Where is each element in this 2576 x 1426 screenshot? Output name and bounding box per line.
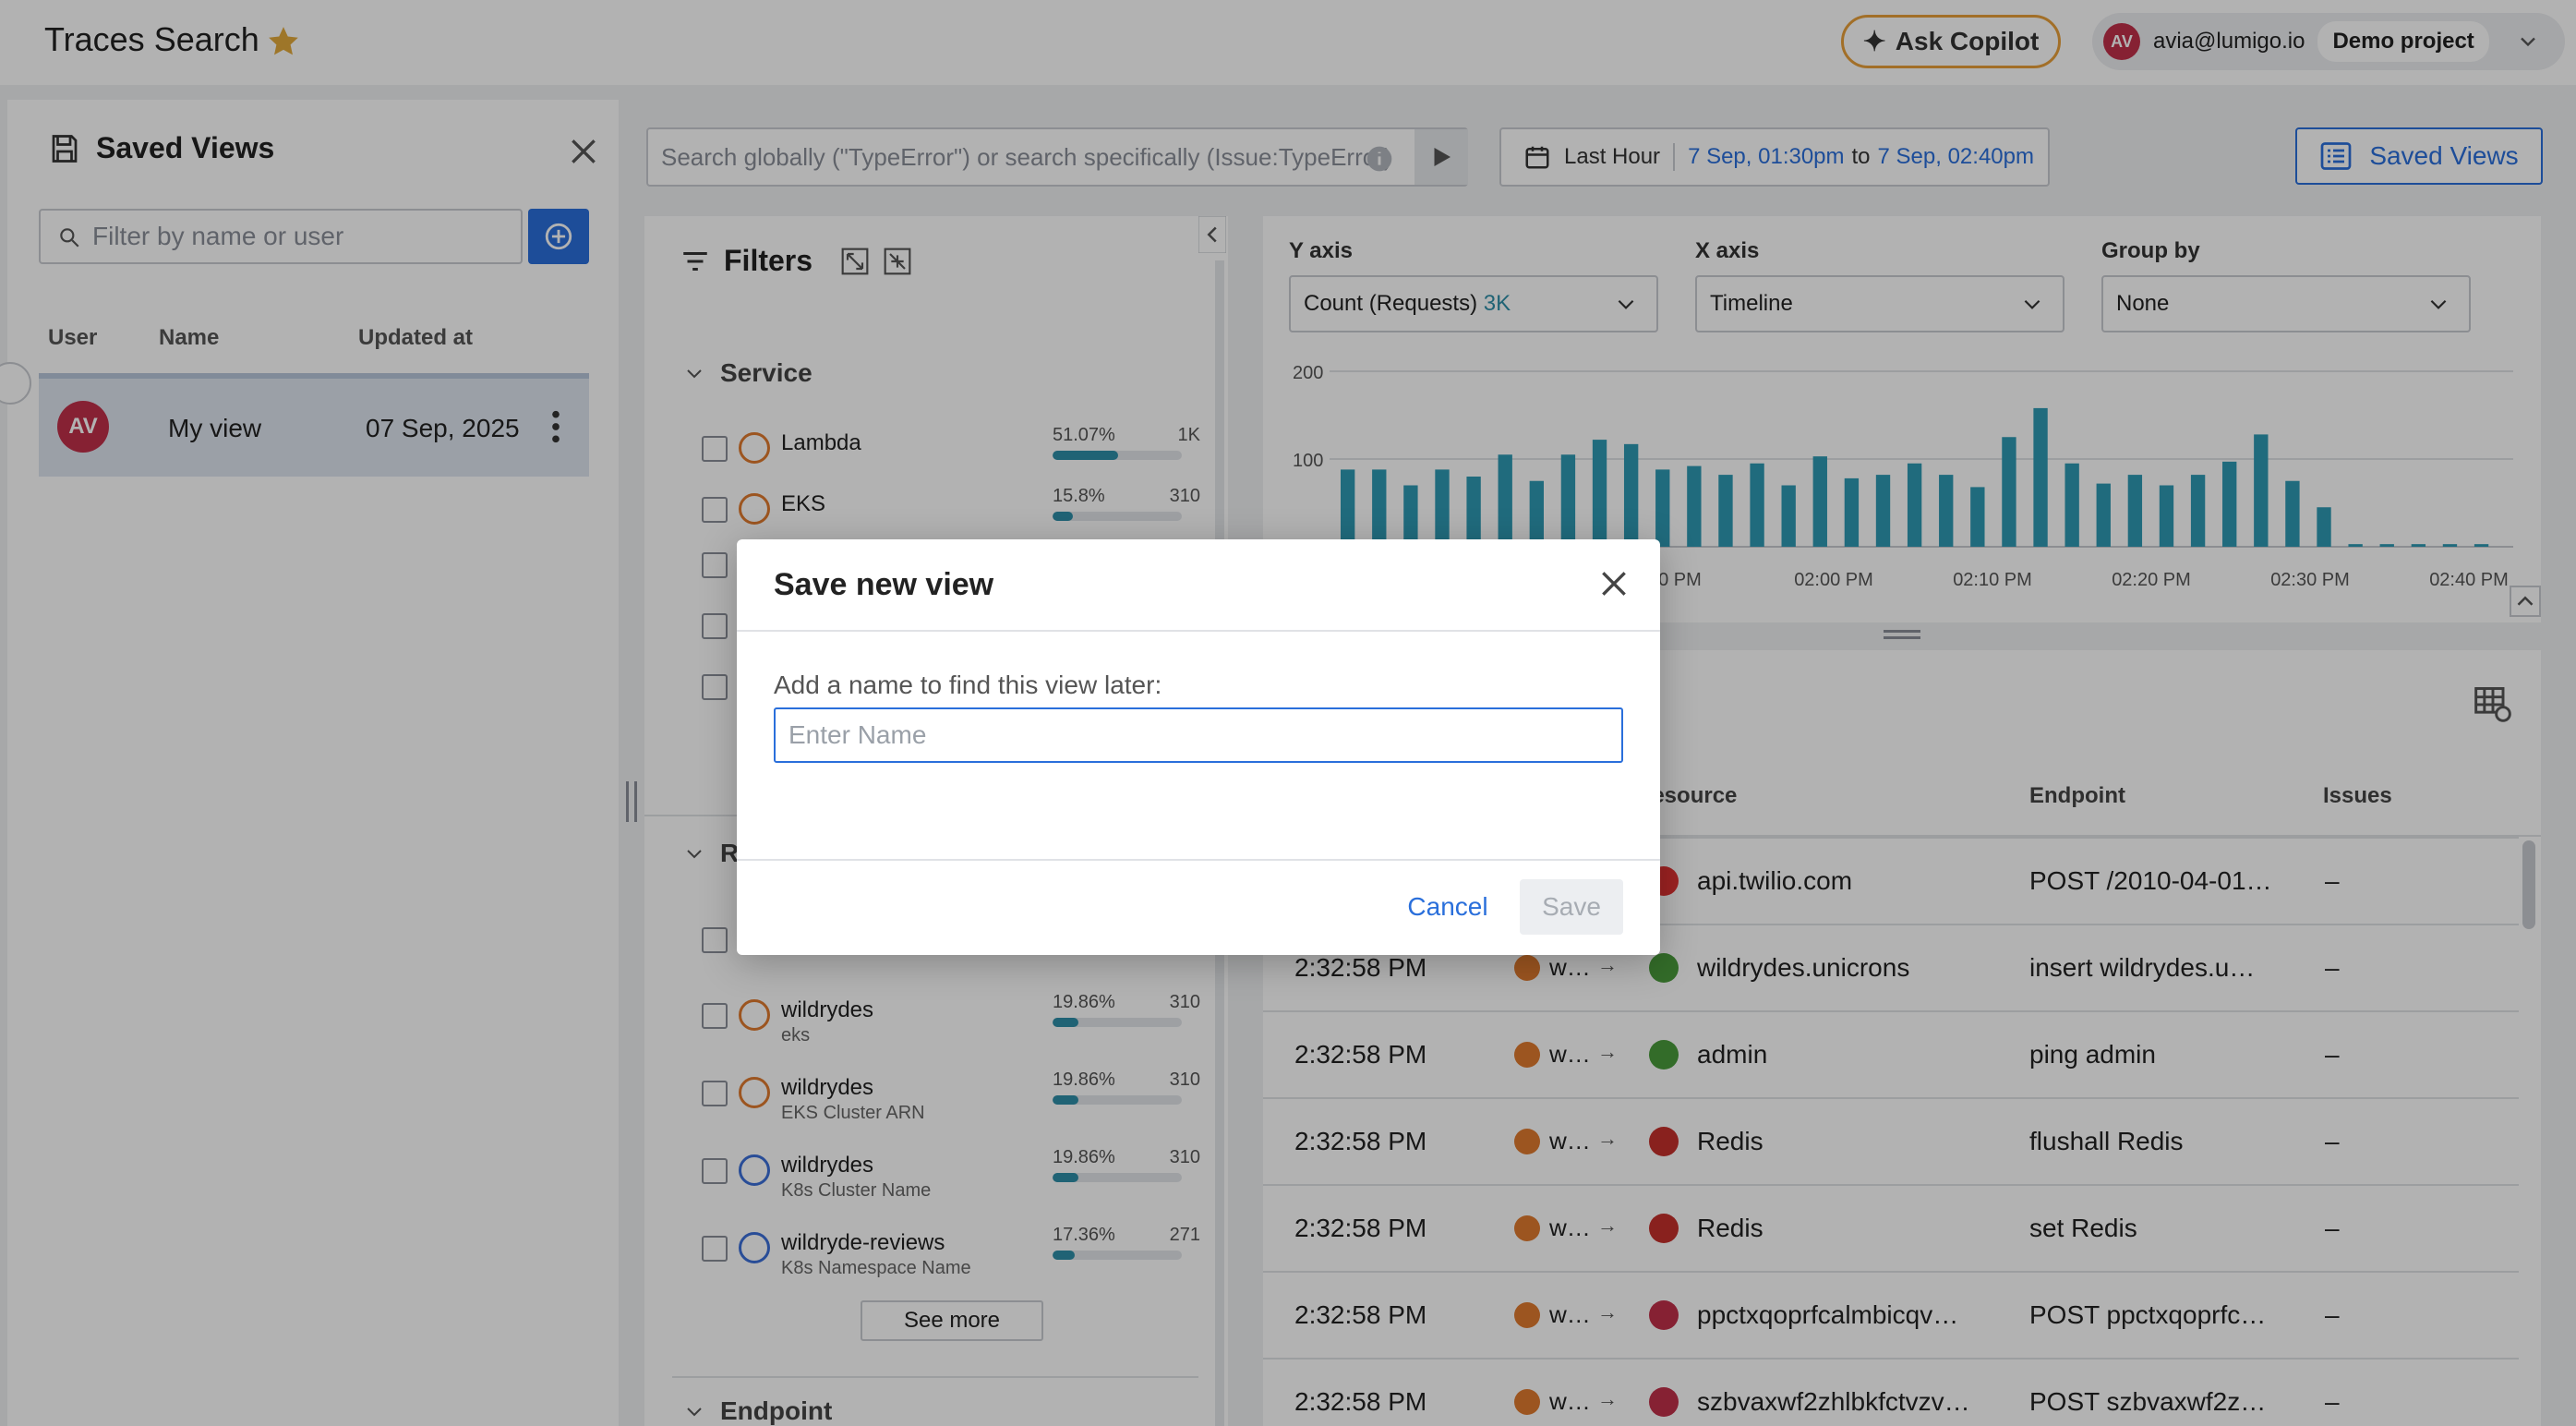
name-field-label: Add a name to find this view later: [774, 671, 1162, 699]
save-button[interactable]: Save [1520, 879, 1623, 935]
dialog-divider [737, 630, 1660, 632]
save-view-dialog: Save new view Add a name to find this vi… [737, 539, 1660, 955]
close-dialog-icon[interactable] [1595, 565, 1632, 602]
dialog-title: Save new view [774, 567, 994, 602]
cancel-button[interactable]: Cancel [1383, 879, 1512, 935]
dialog-divider [737, 859, 1660, 861]
view-name-input[interactable] [774, 707, 1623, 763]
